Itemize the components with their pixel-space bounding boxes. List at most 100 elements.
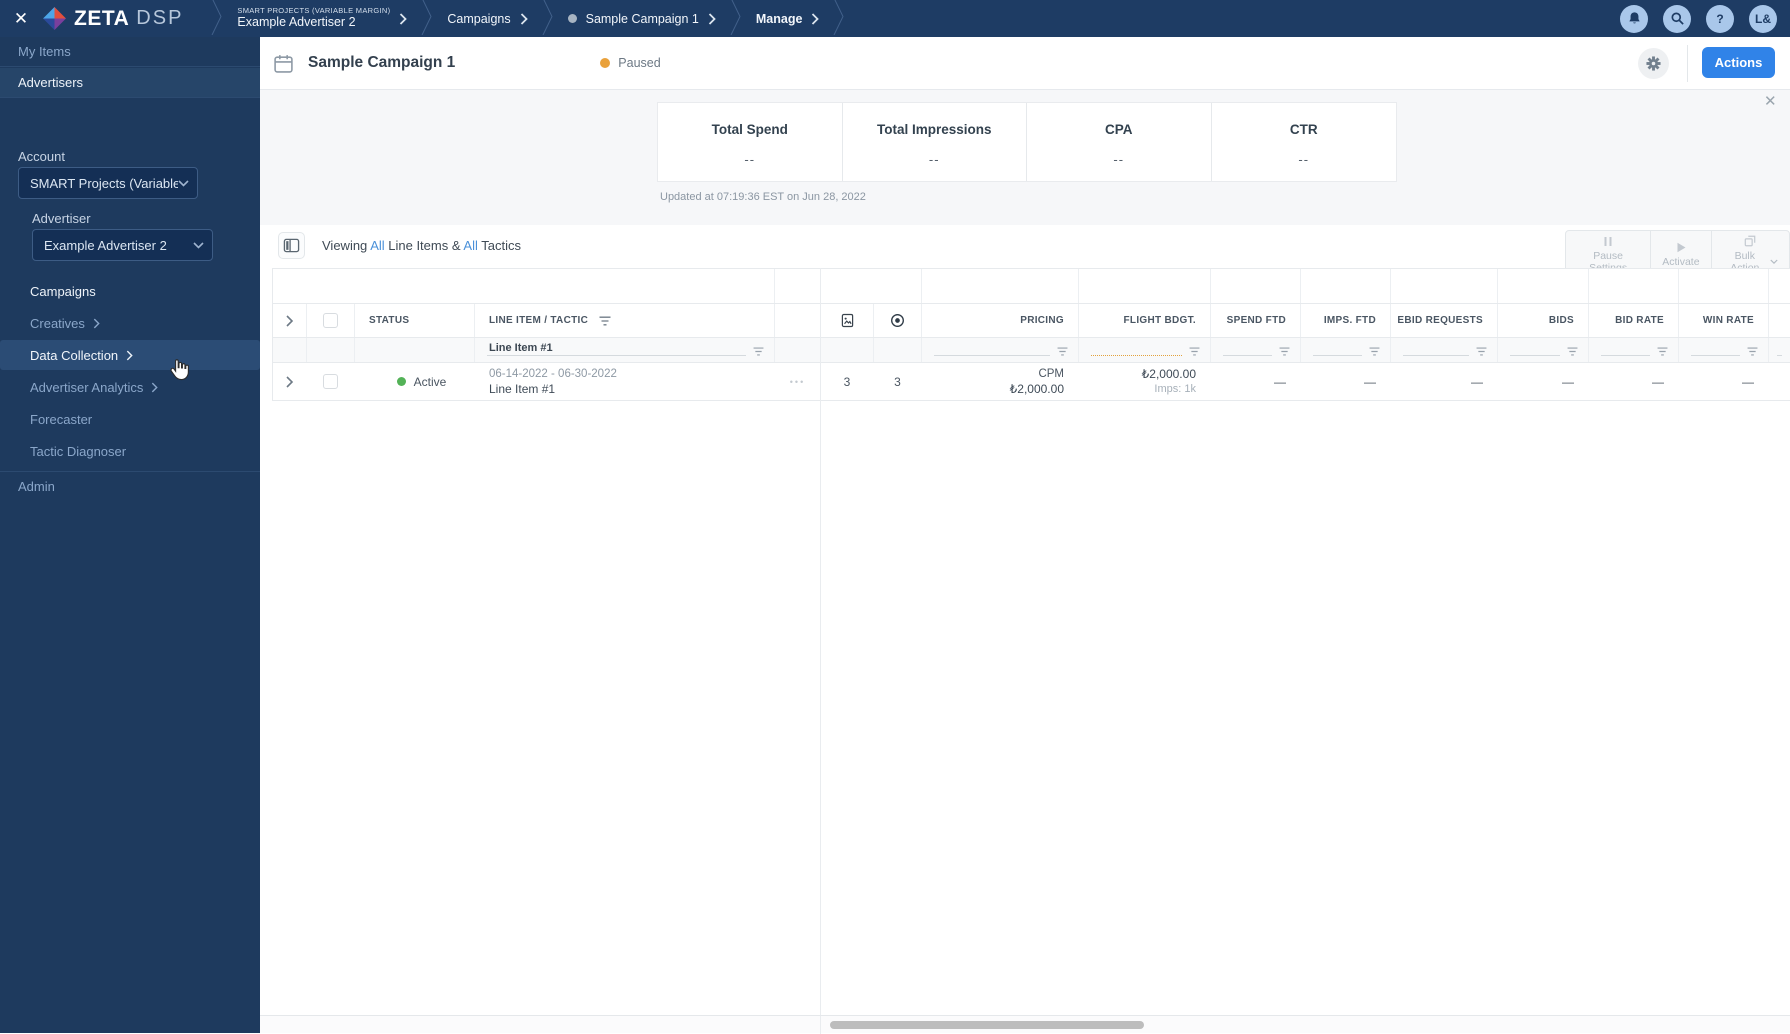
chevron-down-icon: [178, 179, 189, 187]
filter-icon[interactable]: [1475, 347, 1488, 356]
viewing-all-tactics-link[interactable]: All: [463, 238, 477, 253]
filter-line-item-value[interactable]: Line Item #1: [489, 342, 553, 354]
avatar[interactable]: L&: [1749, 4, 1777, 33]
calendar-icon: [273, 53, 294, 74]
column-header-flight-budget[interactable]: FLIGHT BDGT.: [1079, 304, 1211, 337]
row-status-label: Active: [413, 374, 447, 389]
column-header-win-rate[interactable]: WIN RATE: [1679, 304, 1769, 337]
filter-icon[interactable]: [1566, 347, 1579, 356]
filter-icon[interactable]: [1656, 347, 1669, 356]
search-icon: [1670, 11, 1685, 26]
stat-total-impressions: Total Impressions --: [843, 103, 1027, 181]
chevron-right-icon: [399, 12, 408, 25]
row-spend-ftd: —: [1274, 374, 1286, 389]
sidebar-item-admin[interactable]: Admin: [0, 471, 260, 501]
filter-line-item[interactable]: Line Item #1: [475, 338, 775, 362]
table-row[interactable]: Active 06-14-2022 - 06-30-2022 Line Item…: [273, 363, 1790, 401]
stat-value: --: [744, 152, 756, 167]
avatar-initials: L&: [1755, 11, 1771, 26]
row-flight-dates: 06-14-2022 - 06-30-2022: [489, 367, 617, 380]
chevron-right-icon: [151, 382, 159, 393]
filter-bid-rate[interactable]: [1589, 338, 1679, 362]
filter-icon[interactable]: [1188, 347, 1201, 356]
row-pricing-type: CPM: [1038, 367, 1064, 380]
stats-card: Total Spend -- Total Impressions -- CPA …: [657, 102, 1397, 182]
search-button[interactable]: [1663, 4, 1691, 33]
column-header-bids[interactable]: BIDS: [1498, 304, 1589, 337]
breadcrumb-manage[interactable]: Manage: [742, 12, 834, 26]
chevron-right-icon: [708, 12, 716, 25]
sidebar-data-collection-label: Data Collection: [30, 347, 119, 363]
column-header-tactics[interactable]: [874, 304, 922, 337]
actions-button[interactable]: Actions: [1702, 47, 1775, 78]
sidebar-item-forecaster[interactable]: Forecaster: [0, 404, 260, 434]
filter-win-rate[interactable]: [1679, 338, 1769, 362]
select-all-checkbox[interactable]: [323, 313, 338, 328]
chevron-right-icon: [811, 12, 820, 25]
scrollbar-thumb[interactable]: [830, 1021, 1144, 1029]
filter-extra[interactable]: [1769, 338, 1790, 362]
sidebar-item-my-items[interactable]: My Items: [0, 37, 260, 67]
sidebar-item-advertisers[interactable]: Advertisers: [0, 68, 260, 98]
sidebar-item-creatives[interactable]: Creatives: [0, 308, 260, 338]
filter-icon[interactable]: [1056, 347, 1069, 356]
sidebar-item-tactic-diagnoser[interactable]: Tactic Diagnoser: [0, 436, 260, 466]
sidebar-item-campaigns[interactable]: Campaigns: [0, 276, 260, 306]
settings-button[interactable]: [1638, 48, 1669, 79]
column-header-spend-ftd[interactable]: SPEND FTD: [1211, 304, 1301, 337]
column-header-pricing[interactable]: PRICING: [922, 304, 1079, 337]
question-mark-icon: ?: [1716, 11, 1724, 26]
row-line-item-name[interactable]: Line Item #1: [489, 382, 774, 397]
breadcrumb-divider-icon: [421, 0, 433, 40]
notifications-button[interactable]: [1620, 4, 1648, 33]
filter-spend-ftd[interactable]: [1211, 338, 1301, 362]
columns-toggle-button[interactable]: [278, 232, 305, 259]
filter-ebid-requests[interactable]: [1391, 338, 1498, 362]
viewing-mid: Line Items &: [384, 238, 464, 253]
row-line-item[interactable]: 06-14-2022 - 06-30-2022 Line Item #1: [475, 363, 775, 400]
row-win-rate: —: [1742, 374, 1754, 389]
breadcrumb-campaign[interactable]: Sample Campaign 1: [554, 12, 730, 26]
sidebar-item-advertiser-analytics[interactable]: Advertiser Analytics: [0, 372, 260, 402]
line-items-table: STATUS LINE ITEM / TACTIC PRICING FLIGHT…: [272, 268, 1790, 401]
breadcrumb-divider-icon: [833, 0, 845, 40]
row-imps-ftd: —: [1364, 374, 1376, 389]
sidebar-item-data-collection[interactable]: Data Collection: [0, 340, 260, 370]
filter-icon[interactable]: [1368, 347, 1381, 356]
close-icon[interactable]: ✕: [0, 9, 42, 29]
breadcrumb-divider-icon: [542, 0, 554, 40]
filter-bids[interactable]: [1498, 338, 1589, 362]
account-select[interactable]: SMART Projects (Variable M...: [18, 167, 198, 199]
viewing-suffix: Tactics: [477, 238, 521, 253]
filter-icon[interactable]: [1746, 347, 1759, 356]
filter-imps-ftd[interactable]: [1301, 338, 1391, 362]
filter-icon[interactable]: [752, 347, 765, 356]
column-header-bid-rate[interactable]: BID RATE: [1589, 304, 1679, 337]
advertiser-select[interactable]: Example Advertiser 2: [32, 229, 213, 261]
column-header-status[interactable]: STATUS: [355, 304, 475, 337]
breadcrumb-advertiser[interactable]: SMART PROJECTS (VARIABLE MARGIN) Example…: [223, 6, 421, 31]
column-header-imps-ftd[interactable]: IMPS. FTD: [1301, 304, 1391, 337]
breadcrumb-campaigns[interactable]: Campaigns: [433, 12, 541, 26]
filter-pricing[interactable]: [922, 338, 1079, 362]
advertiser-select-value: Example Advertiser 2: [44, 237, 167, 253]
filter-icon[interactable]: [1278, 347, 1291, 356]
column-header-creatives[interactable]: [821, 304, 874, 337]
account-label: Account: [18, 149, 65, 164]
close-icon[interactable]: ✕: [1764, 92, 1777, 110]
help-button[interactable]: ?: [1706, 4, 1734, 33]
column-header-line-item[interactable]: LINE ITEM / TACTIC: [475, 304, 775, 337]
table-toolbar: Viewing All Line Items & All Tactics Pau…: [260, 225, 1790, 279]
filter-icon[interactable]: [598, 316, 612, 326]
row-menu-button[interactable]: •••: [790, 377, 805, 387]
expand-all-button[interactable]: [273, 314, 306, 327]
filter-flight-budget[interactable]: [1079, 338, 1211, 362]
column-header-ebid-requests[interactable]: EBID REQUESTS: [1391, 304, 1498, 337]
table-header-row: STATUS LINE ITEM / TACTIC PRICING FLIGHT…: [273, 304, 1790, 338]
row-flight-budget-value: ₺2,000.00: [1141, 366, 1196, 381]
row-creatives-count: 3: [843, 374, 851, 389]
expand-row-button[interactable]: [273, 375, 306, 388]
zeta-logo[interactable]: ZETA DSP: [42, 6, 183, 31]
row-checkbox[interactable]: [323, 374, 338, 389]
viewing-all-line-items-link[interactable]: All: [370, 238, 384, 253]
